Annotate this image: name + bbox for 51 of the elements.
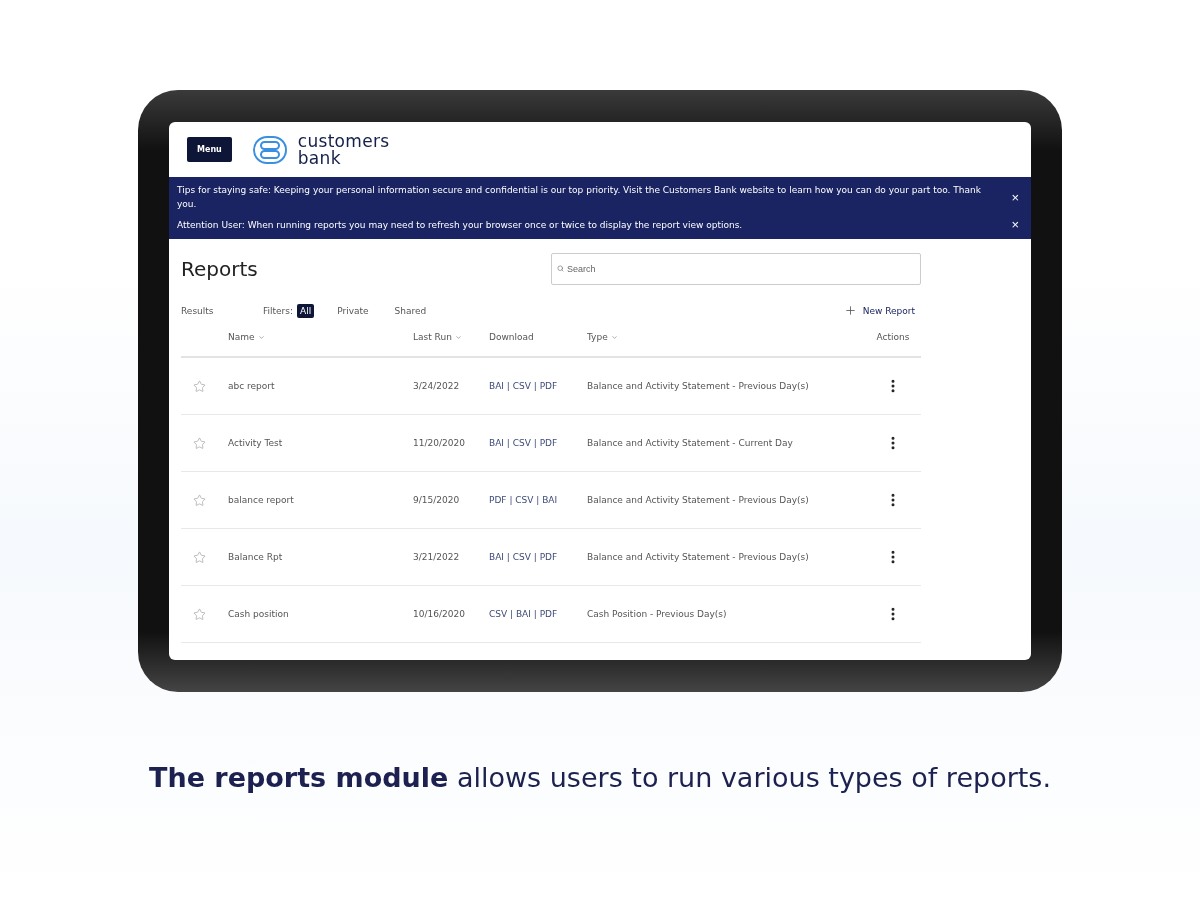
sort-caret-icon — [454, 333, 462, 341]
download-links[interactable]: BAI | CSV | PDF — [489, 552, 587, 562]
sort-caret-icon — [257, 333, 265, 341]
table-cell-text: Balance and Activity Statement - Current Day — [587, 438, 794, 448]
star-icon[interactable] — [193, 493, 206, 507]
notice-text: Tips for staying safe: Keeping your personal information secure and confidential is our top priority. Visit the Customers Bank website to learn how you can do your part too. Thank you. — [177, 184, 982, 211]
search-icon — [557, 265, 564, 272]
table-cell-text: abc report — [228, 381, 276, 391]
column-header: Download — [489, 332, 534, 342]
column-header: Actions — [876, 332, 910, 342]
column-header[interactable]: Type — [587, 332, 608, 342]
table-cell-text: 11/20/2020 — [413, 438, 466, 448]
star-icon[interactable] — [193, 607, 206, 621]
filters-label: Filters: — [263, 305, 293, 316]
caption: The reports module allows users to run various types of reports. — [149, 762, 1051, 793]
table-cell-text: 10/16/2020 — [413, 609, 466, 619]
star-icon[interactable] — [193, 379, 206, 393]
download-links[interactable]: CSV | BAI | PDF — [489, 609, 587, 619]
page-title: Reports — [181, 257, 258, 281]
menu-button[interactable]: Menu — [187, 137, 232, 162]
table-cell-text: 9/15/2020 — [413, 495, 461, 505]
download-links[interactable]: PDF | CSV | BAI — [489, 495, 587, 505]
filter-tab[interactable]: All — [297, 303, 315, 318]
filter-tab[interactable]: Shared — [391, 303, 430, 318]
star-icon[interactable] — [193, 436, 206, 450]
filter-tab[interactable]: Private — [334, 303, 372, 318]
table-cell-text: Activity Test — [228, 438, 284, 448]
table-cell-text: Balance and Activity Statement - Previous Day(s) — [587, 552, 810, 562]
new-report-button[interactable]: New Report — [837, 303, 921, 318]
logo-text: customers bank — [297, 133, 390, 166]
column-header[interactable]: Name — [228, 332, 255, 342]
plus-icon — [843, 304, 857, 317]
notice-text: Attention User: When running reports you may need to refresh your browser once or twice to display the report view options. — [177, 218, 743, 232]
table-cell-text: balance report — [228, 495, 295, 505]
search-field[interactable]: Search — [551, 253, 921, 285]
close-button[interactable]: × — [1007, 189, 1023, 205]
logo-icon — [251, 134, 288, 165]
table-cell-text: Cash Position - Previous Day(s) — [587, 609, 728, 619]
download-links[interactable]: BAI | CSV | PDF — [489, 438, 587, 448]
table-cell-text: Cash position — [228, 609, 290, 619]
table-cell-text: 3/21/2022 — [413, 552, 461, 562]
sort-caret-icon — [610, 333, 618, 341]
table-cell-text: Balance and Activity Statement - Previous Day(s) — [587, 381, 810, 391]
close-button[interactable]: × — [1007, 217, 1023, 232]
download-links[interactable]: BAI | CSV | PDF — [489, 381, 587, 391]
column-header[interactable]: Last Run — [413, 332, 452, 342]
table-cell-text: Balance Rpt — [228, 552, 284, 562]
table-cell-text: 3/24/2022 — [413, 381, 461, 391]
star-icon[interactable] — [193, 550, 206, 564]
table-cell-text: Balance and Activity Statement - Previous Day(s) — [587, 495, 810, 505]
results-label: Results — [181, 305, 215, 316]
